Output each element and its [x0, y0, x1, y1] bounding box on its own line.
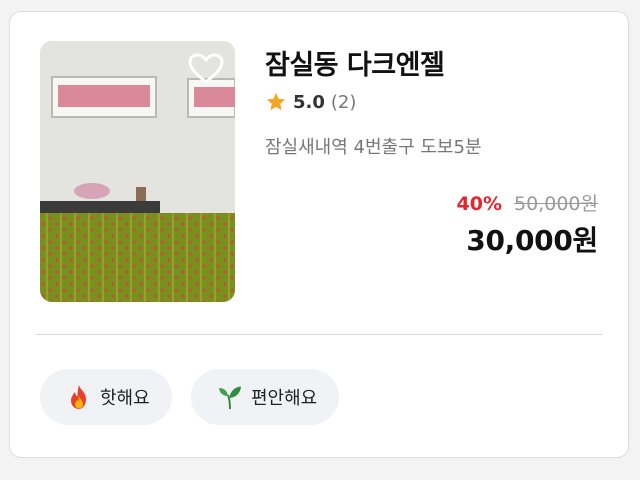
- rating: 5.0 (2): [265, 91, 356, 113]
- rating-count: (2): [330, 91, 357, 113]
- tag-label: 편안해요: [251, 388, 318, 409]
- original-price: 50,000원: [514, 193, 598, 215]
- listing-card[interactable]: 잠실동 다크엔젤 5.0 (2) 잠실새내역 4번출구 도보5분 40% 50,…: [9, 11, 629, 458]
- tag-label: 핫해요: [100, 388, 150, 409]
- discount-info: 40% 50,000원: [457, 189, 598, 216]
- location-text: 잠실새내역 4번출구 도보5분: [265, 137, 482, 158]
- sale-price: 30,000원: [466, 224, 598, 257]
- listing-title: 잠실동 다크엔젤: [265, 50, 445, 81]
- sprout-icon: [219, 386, 241, 410]
- star-icon: [266, 92, 286, 111]
- tag-comfortable[interactable]: 편안해요: [191, 369, 340, 425]
- heart-icon[interactable]: [188, 53, 224, 85]
- fire-icon: [71, 385, 86, 409]
- rating-score: 5.0: [293, 91, 325, 113]
- divider: [36, 334, 602, 335]
- tag-hot[interactable]: 핫해요: [40, 369, 172, 425]
- discount-rate: 40%: [456, 193, 503, 215]
